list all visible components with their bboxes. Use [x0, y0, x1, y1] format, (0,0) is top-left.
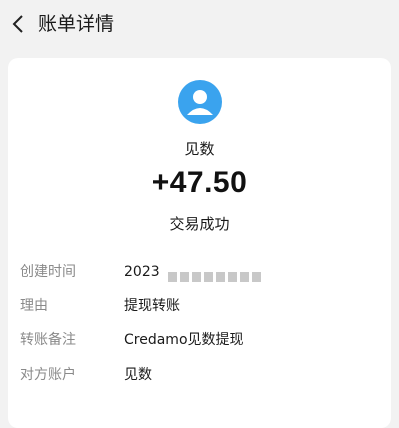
detail-row-created-time: 创建时间 2023: [8, 261, 391, 283]
detail-row-reason: 理由 提现转账: [8, 295, 391, 317]
app-header: 账单详情: [0, 0, 399, 50]
detail-label: 创建时间: [20, 264, 76, 280]
transaction-amount: +47.50: [151, 166, 248, 199]
back-button[interactable]: [6, 10, 30, 38]
detail-label: 理由: [20, 298, 48, 314]
page-title: 账单详情: [38, 13, 115, 35]
chevron-left-icon: [12, 15, 23, 33]
detail-label: 转账备注: [20, 332, 76, 348]
detail-value: 提现转账: [124, 298, 180, 314]
detail-value: Credamo见数提现: [124, 332, 244, 348]
transaction-status: 交易成功: [169, 215, 230, 233]
redacted-timestamp: [168, 267, 264, 282]
detail-value: 见数: [124, 367, 152, 383]
detail-label: 对方账户: [20, 367, 76, 383]
detail-row-note: 转账备注 Credamo见数提现: [8, 329, 391, 351]
detail-row-counterparty: 对方账户 见数: [8, 364, 391, 386]
user-avatar-icon: [178, 80, 222, 124]
transaction-detail-card: 见数 +47.50 交易成功 创建时间 2023 理由 提现转账 转账备注 Cr…: [8, 58, 391, 428]
payee-name: 见数: [184, 140, 215, 158]
detail-value: 2023: [124, 264, 160, 280]
